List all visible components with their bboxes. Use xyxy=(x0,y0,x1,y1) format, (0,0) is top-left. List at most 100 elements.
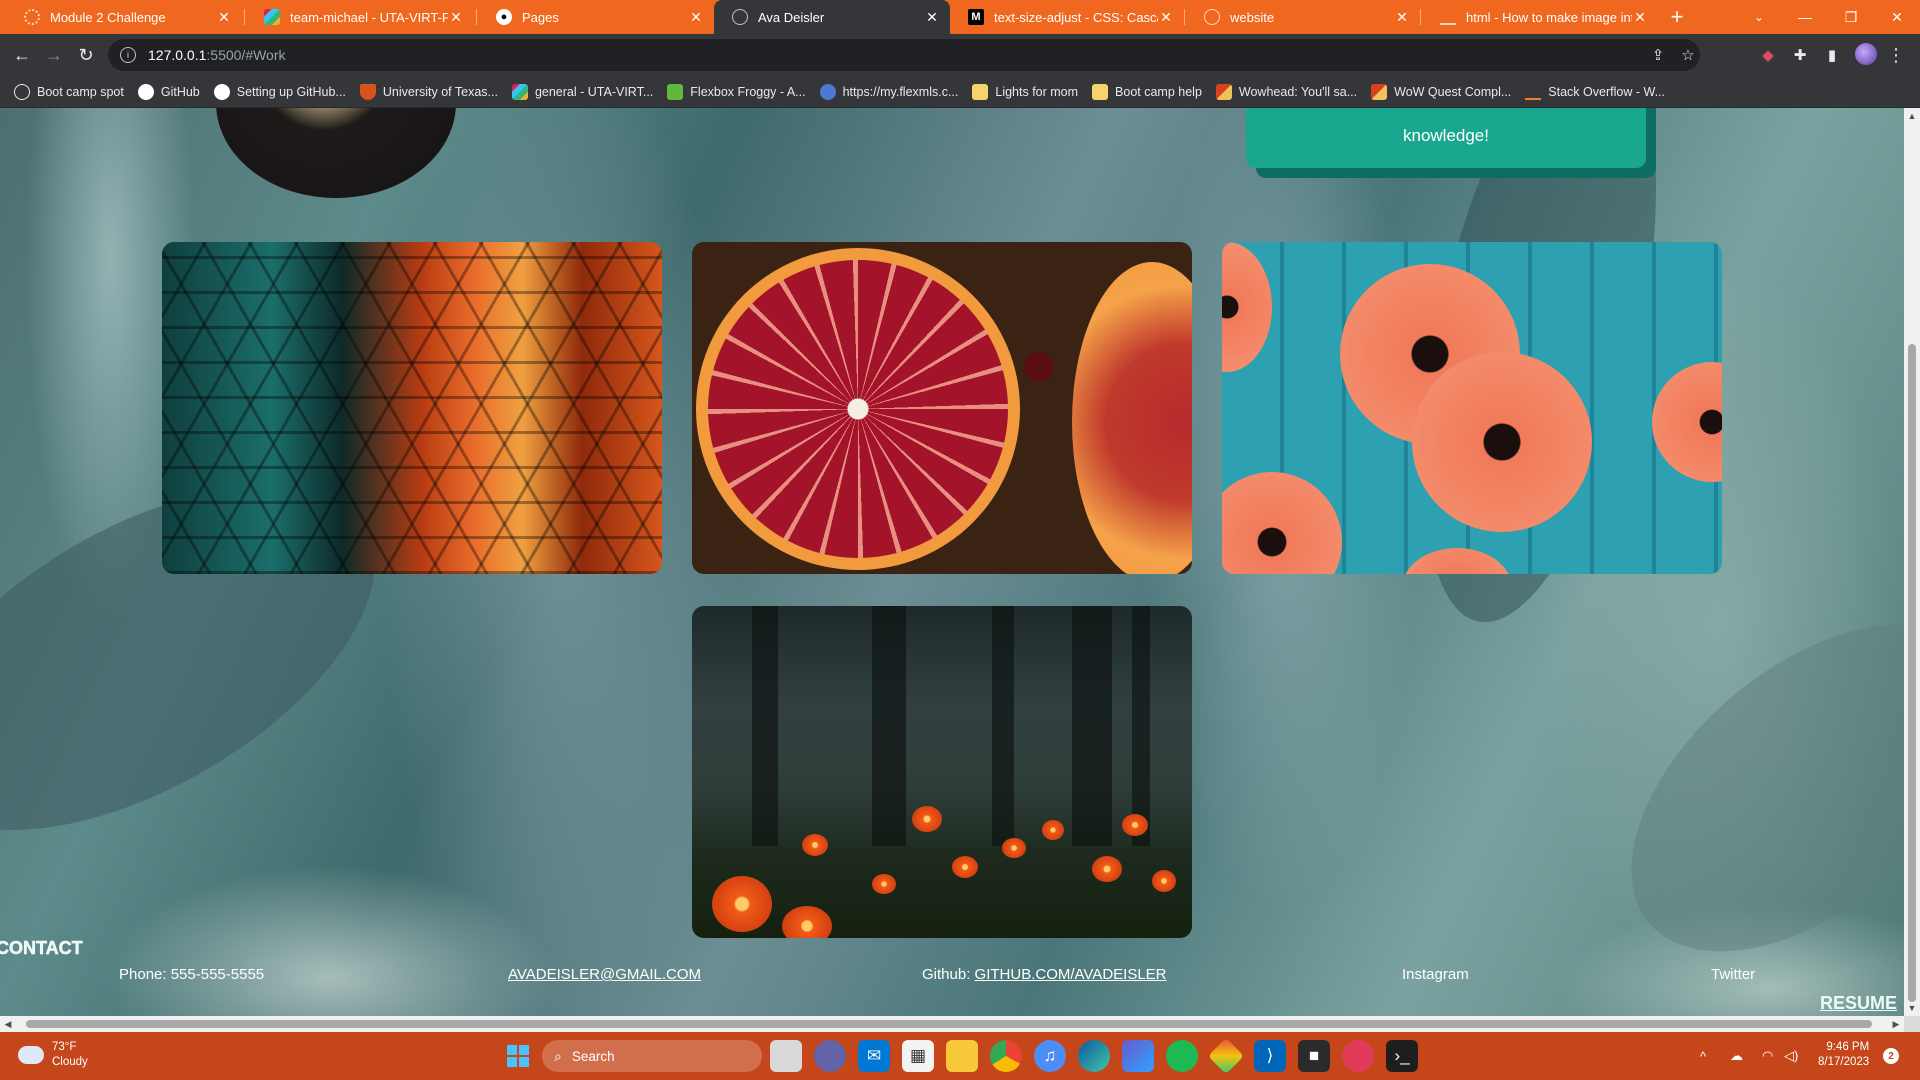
stackoverflow-icon xyxy=(1525,84,1542,100)
globe-icon xyxy=(14,83,30,100)
bookmark-item[interactable]: University of Texas... xyxy=(359,83,498,100)
orange-half xyxy=(1072,262,1192,574)
bookmark-label: WoW Quest Compl... xyxy=(1394,84,1512,99)
close-icon[interactable]: ✕ xyxy=(1632,9,1648,26)
blood-orange-image[interactable] xyxy=(692,242,1192,574)
horizontal-scrollbar[interactable]: ◀ ▶ xyxy=(0,1016,1904,1032)
twitter-link[interactable]: Twitter xyxy=(1711,966,1755,983)
bookmark-item[interactable]: general - UTA-VIRT... xyxy=(511,83,653,100)
file-explorer-icon[interactable] xyxy=(946,1040,978,1072)
tab-search-chevron-icon[interactable]: ⌄ xyxy=(1736,0,1782,34)
about-card-text: knowledge! xyxy=(1402,126,1489,145)
site-info-icon[interactable]: i xyxy=(120,47,136,63)
bookmark-item[interactable]: Setting up GitHub... xyxy=(213,83,346,100)
resume-link[interactable]: RESUME xyxy=(1820,993,1897,1014)
window-close-icon[interactable]: ✕ xyxy=(1874,0,1920,34)
github-link[interactable]: GITHUB.COM/AVADEISLER xyxy=(975,966,1167,983)
restore-icon[interactable]: ❐ xyxy=(1828,0,1874,34)
volume-icon[interactable]: ◁) xyxy=(1784,1040,1798,1072)
scroll-down-arrow-icon[interactable]: ▼ xyxy=(1904,1000,1920,1016)
tab-text-size-adjust[interactable]: M text-size-adjust - CSS: Cascadin ✕ xyxy=(950,0,1184,34)
tab-ava-deisler[interactable]: Ava Deisler ✕ xyxy=(714,0,950,34)
taskbar-search[interactable]: ⌕ Search xyxy=(542,1040,762,1072)
mail-icon[interactable]: ✉ xyxy=(858,1040,890,1072)
itunes-icon[interactable]: ♫ xyxy=(1034,1040,1066,1072)
vscode-icon[interactable]: ⟩ xyxy=(1254,1040,1286,1072)
flower xyxy=(1092,856,1122,882)
chrome-icon[interactable] xyxy=(990,1040,1022,1072)
side-panel-icon[interactable]: ▮ xyxy=(1818,41,1846,69)
tab-module-2-challenge[interactable]: Module 2 Challenge ✕ xyxy=(6,0,242,34)
address-bar[interactable]: i 127.0.0.1:5500/#Work ⇪ ☆ xyxy=(108,39,1700,71)
bookmark-star-icon[interactable]: ☆ xyxy=(1674,39,1702,71)
bookmark-item[interactable]: Lights for mom xyxy=(972,83,1078,100)
minimize-icon[interactable]: — xyxy=(1782,0,1828,34)
spotify-icon[interactable] xyxy=(1166,1040,1198,1072)
share-icon[interactable]: ⇪ xyxy=(1644,39,1672,71)
geometric-glass-tiles-image[interactable] xyxy=(162,242,662,574)
bookmark-item[interactable]: WoW Quest Compl... xyxy=(1371,83,1512,100)
notification-badge[interactable]: 2 xyxy=(1883,1048,1899,1064)
system-clock[interactable]: 9:46 PM 8/17/2023 xyxy=(1818,1040,1869,1070)
teams-chat-icon[interactable] xyxy=(814,1040,846,1072)
papaya-slice xyxy=(1222,472,1342,574)
flower xyxy=(952,856,978,878)
forward-arrow-icon[interactable]: → xyxy=(40,41,68,69)
menu-kebab-icon[interactable]: ⋮ xyxy=(1882,41,1910,69)
onedrive-cloud-icon[interactable]: ☁ xyxy=(1730,1040,1743,1072)
close-icon[interactable]: ✕ xyxy=(1158,9,1174,26)
terminal-icon[interactable]: ›_ xyxy=(1386,1040,1418,1072)
tab-title: team-michael - UTA-VIRT-FSF-P xyxy=(290,9,448,25)
bookmark-item[interactable]: Flexbox Froggy - A... xyxy=(667,83,806,100)
unity-hub-icon[interactable]: ■ xyxy=(1298,1040,1330,1072)
bookmark-item[interactable]: Stack Overflow - W... xyxy=(1525,84,1665,100)
bookmark-item[interactable]: Wowhead: You'll sa... xyxy=(1215,83,1357,100)
horizontal-scroll-thumb[interactable] xyxy=(26,1020,1872,1028)
wifi-icon[interactable]: ◠ xyxy=(1762,1040,1773,1072)
github-contact: Github: GITHUB.COM/AVADEISLER xyxy=(922,966,1167,983)
close-icon[interactable]: ✕ xyxy=(1394,9,1410,26)
copilot-icon[interactable] xyxy=(1122,1040,1154,1072)
windows-start-icon[interactable] xyxy=(502,1040,534,1072)
new-tab-button[interactable]: + xyxy=(1662,0,1692,34)
bookmark-item[interactable]: Boot camp help xyxy=(1092,83,1202,100)
tray-chevron-icon[interactable]: ^ xyxy=(1700,1040,1706,1072)
scroll-up-arrow-icon[interactable]: ▲ xyxy=(1904,108,1920,124)
forest-flowers-image[interactable] xyxy=(692,606,1192,938)
scroll-right-arrow-icon[interactable]: ▶ xyxy=(1888,1016,1904,1032)
gitkraken-icon[interactable] xyxy=(1207,1037,1245,1075)
bookmark-item[interactable]: GitHub xyxy=(137,83,200,100)
tab-team-michael[interactable]: team-michael - UTA-VIRT-FSF-P ✕ xyxy=(246,0,474,34)
extensions-puzzle-icon[interactable]: ✚ xyxy=(1786,41,1814,69)
url-host: 127.0.0.1 xyxy=(148,47,207,63)
bookmark-item[interactable]: https://my.flexmls.c... xyxy=(819,83,958,100)
tab-pages[interactable]: ● Pages ✕ xyxy=(478,0,714,34)
weather-widget[interactable]: 73°F Cloudy xyxy=(18,1040,88,1070)
bookmark-label: Setting up GitHub... xyxy=(236,84,346,99)
close-icon[interactable]: ✕ xyxy=(924,9,940,26)
close-icon[interactable]: ✕ xyxy=(448,9,464,26)
vertical-scroll-thumb[interactable] xyxy=(1908,344,1916,1002)
edge-icon[interactable] xyxy=(1078,1040,1110,1072)
record-app-icon[interactable] xyxy=(1342,1040,1374,1072)
close-icon[interactable]: ✕ xyxy=(688,9,704,26)
store-icon[interactable]: ▦ xyxy=(902,1040,934,1072)
back-arrow-icon[interactable]: ← xyxy=(8,41,36,69)
close-icon[interactable]: ✕ xyxy=(216,9,232,26)
reload-icon[interactable]: ↻ xyxy=(72,41,100,69)
tab-website[interactable]: website ✕ xyxy=(1186,0,1420,34)
tree-trunk xyxy=(1132,606,1150,846)
instagram-link[interactable]: Instagram xyxy=(1402,966,1469,983)
scroll-left-arrow-icon[interactable]: ◀ xyxy=(0,1016,16,1032)
clock-date: 8/17/2023 xyxy=(1818,1056,1870,1068)
email-link[interactable]: AVADEISLER@GMAIL.COM xyxy=(508,966,701,983)
shield-icon xyxy=(359,83,376,100)
tab-stackoverflow[interactable]: html - How to make image into ✕ xyxy=(1422,0,1658,34)
vertical-scrollbar[interactable]: ▲ ▼ xyxy=(1904,108,1920,1016)
extension-record-icon[interactable]: ◆ xyxy=(1754,41,1782,69)
papaya-slices-image[interactable] xyxy=(1222,242,1722,574)
profile-avatar[interactable] xyxy=(1855,43,1877,65)
task-view-icon[interactable] xyxy=(770,1040,802,1072)
wowhead-icon xyxy=(1215,83,1232,100)
bookmark-item[interactable]: Boot camp spot xyxy=(14,83,124,100)
